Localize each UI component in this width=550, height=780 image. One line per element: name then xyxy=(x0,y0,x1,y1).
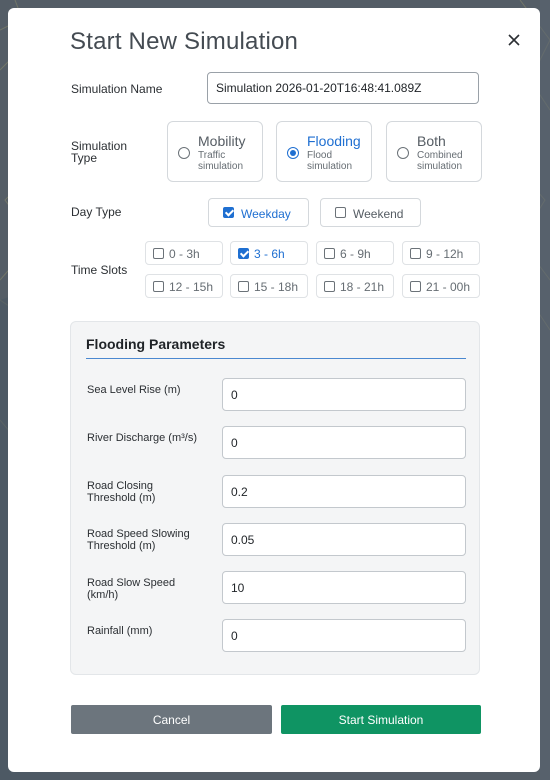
simulation-type-mobility[interactable]: Mobility Traffic simulation xyxy=(167,121,263,182)
mobility-title: Mobility xyxy=(198,133,246,149)
mobility-radio[interactable] xyxy=(178,147,190,159)
rainfall-label-text: Rainfall (mm) xyxy=(87,625,153,637)
time-slot-6-9h[interactable]: 6 - 9h xyxy=(316,241,394,265)
start-simulation-dialog: Start New Simulation Simulation Name Sim… xyxy=(8,8,540,772)
time-slot-checkbox[interactable] xyxy=(238,281,249,292)
time-slot-0-3h[interactable]: 0 - 3h xyxy=(145,241,223,265)
sea-level-rise-label-text: Sea Level Rise (m) xyxy=(87,384,181,396)
day-type-label: Day Type xyxy=(71,205,122,219)
road-speed-slowing-threshold-label-line1: Road Speed Slowing xyxy=(87,528,190,540)
flooding-parameters-title: Flooding Parameters xyxy=(86,336,226,352)
weekend-label: Weekend xyxy=(353,207,404,221)
road-speed-slowing-threshold-input[interactable] xyxy=(222,523,466,556)
sea-level-rise-input[interactable] xyxy=(222,378,466,411)
time-slot-label: 0 - 3h xyxy=(169,247,200,261)
dialog-title: Start New Simulation xyxy=(70,28,299,55)
weekend-checkbox[interactable] xyxy=(335,207,346,218)
road-speed-slowing-threshold-label: Road Speed Slowing Threshold (m) xyxy=(87,528,207,552)
road-closing-threshold-label-line2: Threshold (m) xyxy=(87,492,156,504)
road-slow-speed-label: Road Slow Speed (km/h) xyxy=(87,577,207,601)
both-subtitle-line2: simulation xyxy=(417,161,463,172)
simulation-type-label: Simulation Type xyxy=(71,140,127,164)
road-speed-slowing-threshold-label-line2: Threshold (m) xyxy=(87,540,156,552)
river-discharge-label: River Discharge (m³/s) xyxy=(87,432,207,444)
time-slot-checkbox[interactable] xyxy=(410,281,421,292)
flooding-parameters-panel: Flooding Parameters Sea Level Rise (m) R… xyxy=(70,321,480,675)
time-slot-checkbox[interactable] xyxy=(324,281,335,292)
time-slot-checkbox[interactable] xyxy=(238,248,249,259)
time-slot-checkbox[interactable] xyxy=(153,248,164,259)
simulation-type-label-line2: Type xyxy=(71,151,98,165)
time-slot-checkbox[interactable] xyxy=(153,281,164,292)
road-closing-threshold-label: Road Closing Threshold (m) xyxy=(87,480,207,504)
flooding-subtitle: Flood simulation xyxy=(307,150,371,172)
time-slot-label: 21 - 00h xyxy=(426,280,471,294)
time-slot-21-00h[interactable]: 21 - 00h xyxy=(402,274,480,298)
mobility-subtitle-line2: simulation xyxy=(198,161,244,172)
panel-divider xyxy=(86,358,466,359)
rainfall-input[interactable] xyxy=(222,619,466,652)
flooding-subtitle-line2: simulation xyxy=(307,161,353,172)
time-slot-15-18h[interactable]: 15 - 18h xyxy=(230,274,308,298)
flooding-radio[interactable] xyxy=(287,147,299,159)
both-title: Both xyxy=(417,133,446,149)
road-slow-speed-input[interactable] xyxy=(222,571,466,604)
mobility-subtitle: Traffic simulation xyxy=(198,150,262,172)
road-slow-speed-label-line2: (km/h) xyxy=(87,589,119,601)
cancel-button[interactable]: Cancel xyxy=(71,705,272,734)
time-slot-label: 18 - 21h xyxy=(340,280,385,294)
close-icon[interactable] xyxy=(504,30,524,50)
simulation-name-input[interactable] xyxy=(207,72,479,104)
road-closing-threshold-input[interactable] xyxy=(222,475,466,508)
time-slot-label: 15 - 18h xyxy=(254,280,299,294)
time-slot-checkbox[interactable] xyxy=(324,248,335,259)
road-closing-threshold-label-line1: Road Closing xyxy=(87,480,154,492)
river-discharge-input[interactable] xyxy=(222,426,466,459)
road-slow-speed-label-line1: Road Slow Speed xyxy=(87,577,176,589)
start-simulation-button[interactable]: Start Simulation xyxy=(281,705,481,734)
time-slot-18-21h[interactable]: 18 - 21h xyxy=(316,274,394,298)
time-slot-label: 6 - 9h xyxy=(340,247,371,261)
day-type-weekday[interactable]: Weekday xyxy=(208,198,309,227)
day-type-weekend[interactable]: Weekend xyxy=(320,198,421,227)
time-slot-9-12h[interactable]: 9 - 12h xyxy=(402,241,480,265)
river-discharge-label-text: River Discharge (m³/s) xyxy=(87,432,198,444)
time-slot-12-15h[interactable]: 12 - 15h xyxy=(145,274,223,298)
simulation-name-label: Simulation Name xyxy=(71,82,163,96)
flooding-subtitle-line1: Flood xyxy=(307,150,333,161)
mobility-subtitle-line1: Traffic xyxy=(198,150,226,161)
weekday-checkbox[interactable] xyxy=(223,207,234,218)
rainfall-label: Rainfall (mm) xyxy=(87,625,207,637)
time-slot-label: 3 - 6h xyxy=(254,247,285,261)
weekday-label: Weekday xyxy=(241,207,291,221)
time-slot-checkbox[interactable] xyxy=(410,248,421,259)
simulation-type-flooding[interactable]: Flooding Flood simulation xyxy=(276,121,372,182)
time-slot-3-6h[interactable]: 3 - 6h xyxy=(230,241,308,265)
sea-level-rise-label: Sea Level Rise (m) xyxy=(87,384,207,396)
flooding-title: Flooding xyxy=(307,133,361,149)
time-slots-label: Time Slots xyxy=(71,263,128,277)
both-radio[interactable] xyxy=(397,147,409,159)
time-slot-label: 12 - 15h xyxy=(169,280,214,294)
both-subtitle-line1: Combined xyxy=(417,150,463,161)
time-slot-label: 9 - 12h xyxy=(426,247,464,261)
both-subtitle: Combined simulation xyxy=(417,150,481,172)
simulation-type-both[interactable]: Both Combined simulation xyxy=(386,121,482,182)
